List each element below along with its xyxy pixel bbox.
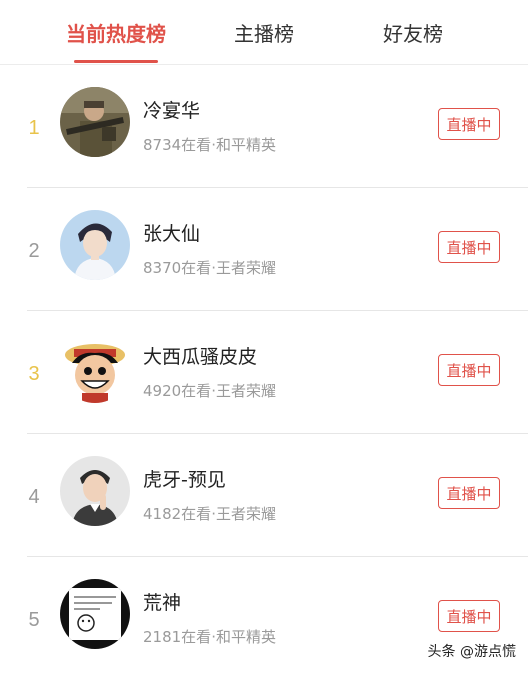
live-button[interactable]: 直播中 xyxy=(438,354,500,386)
soldier-aiming-rifle-avatar[interactable] xyxy=(60,87,130,157)
live-button[interactable]: 直播中 xyxy=(438,231,500,263)
stream-meta: 4920在看·王者荣耀 xyxy=(143,380,276,401)
watermark: 头条 @游点慌 xyxy=(427,644,516,660)
list-item[interactable]: 2 张大仙 8370在看·王者荣耀 直播中 xyxy=(0,187,528,310)
list-item[interactable]: 3 大西瓜骚皮皮 4920在看·王者荣耀 直播中 xyxy=(0,310,528,433)
rank-number: 5 xyxy=(28,609,40,631)
tab-current-heat[interactable]: 当前热度榜 xyxy=(66,18,166,47)
list-item[interactable]: 4 虎牙-预见 4182在看·王者荣耀 直播中 xyxy=(0,433,528,556)
viewer-count: 8370在看 xyxy=(143,259,212,277)
meme-sketch-avatar[interactable] xyxy=(60,579,130,649)
rank-number: 4 xyxy=(28,486,40,508)
stream-meta: 8370在看·王者荣耀 xyxy=(143,257,276,278)
cartoon-straw-hat-boy-avatar[interactable] xyxy=(60,333,130,403)
live-button[interactable]: 直播中 xyxy=(438,477,500,509)
game-name: 和平精英 xyxy=(215,136,276,154)
game-name: 和平精英 xyxy=(215,628,276,646)
viewer-count: 4920在看 xyxy=(143,382,212,400)
man-thinking-portrait-avatar[interactable] xyxy=(60,456,130,526)
stream-meta: 8734在看·和平精英 xyxy=(143,134,276,155)
live-button[interactable]: 直播中 xyxy=(438,600,500,632)
tab-friends[interactable]: 好友榜 xyxy=(383,18,443,47)
game-name: 王者荣耀 xyxy=(215,505,276,523)
stream-meta: 2181在看·和平精英 xyxy=(143,626,276,647)
man-portrait-blue-avatar[interactable] xyxy=(60,210,130,280)
streamer-name: 冷宴华 xyxy=(143,100,201,122)
game-name: 王者荣耀 xyxy=(215,259,276,277)
viewer-count: 2181在看 xyxy=(143,628,212,646)
streamer-name: 荒神 xyxy=(143,592,182,614)
stream-meta: 4182在看·王者荣耀 xyxy=(143,503,276,524)
game-name: 王者荣耀 xyxy=(215,382,276,400)
list-item[interactable]: 1 冷宴华 8734在看·和平精英 直播中 xyxy=(0,64,528,187)
streamer-name: 虎牙-预见 xyxy=(143,469,226,491)
tab-streamers[interactable]: 主播榜 xyxy=(234,18,294,47)
active-tab-indicator xyxy=(74,60,158,63)
tab-bar: 当前热度榜 主播榜 好友榜 xyxy=(0,0,528,65)
live-button[interactable]: 直播中 xyxy=(438,108,500,140)
viewer-count: 4182在看 xyxy=(143,505,212,523)
viewer-count: 8734在看 xyxy=(143,136,212,154)
rank-number: 2 xyxy=(28,240,40,262)
rank-number: 1 xyxy=(28,117,40,139)
streamer-name: 大西瓜骚皮皮 xyxy=(143,346,258,368)
rank-number: 3 xyxy=(28,363,40,385)
streamer-name: 张大仙 xyxy=(143,223,201,245)
